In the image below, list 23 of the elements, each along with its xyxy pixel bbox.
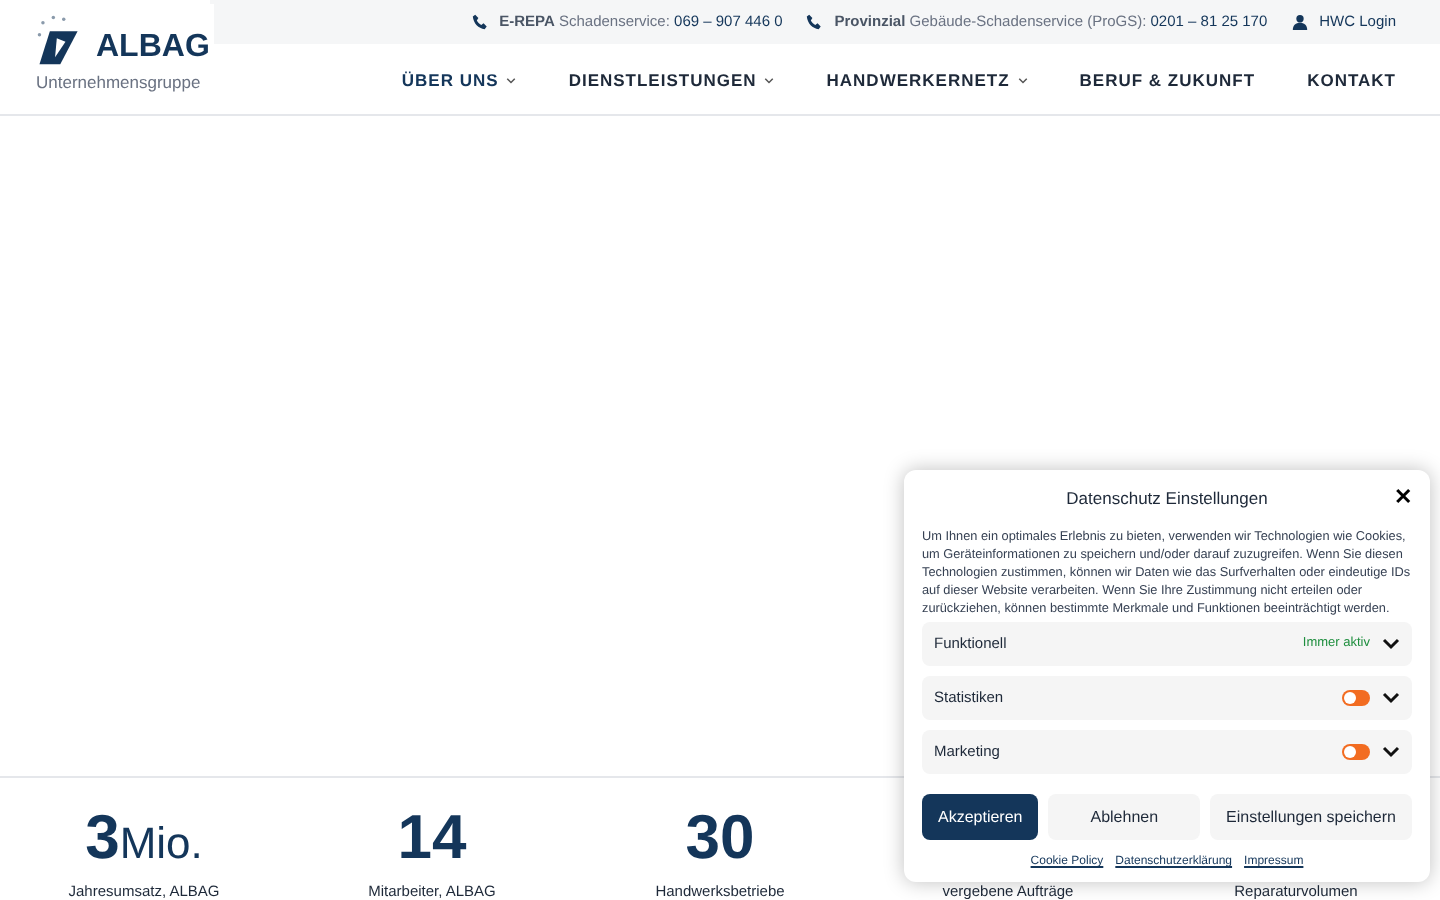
- stat-number: 30: [685, 806, 755, 868]
- nav-link[interactable]: ÜBER UNS: [401, 67, 517, 93]
- close-button[interactable]: ✕: [1394, 486, 1412, 512]
- stat-number: 3Mio.: [85, 806, 203, 868]
- user-icon: [1291, 14, 1308, 30]
- dialog-title: Datenschutz Einstellungen: [1066, 486, 1268, 512]
- dialog-button[interactable]: Ablehnen: [1048, 794, 1201, 840]
- dialog-button[interactable]: Einstellungen speichern: [1210, 794, 1412, 840]
- phone-icon: [471, 14, 488, 30]
- nav-link[interactable]: KONTAKT: [1307, 67, 1396, 93]
- logo-name: ALBAG: [96, 28, 210, 68]
- accept-button[interactable]: Akzeptieren: [922, 794, 1039, 840]
- stat-number: 14: [397, 806, 467, 868]
- logo-subtitle: Unternehmensgruppe: [36, 70, 201, 96]
- chevron-down-icon: [1382, 692, 1400, 704]
- nav-link[interactable]: HANDWERKERNETZ: [826, 67, 1028, 93]
- chevron-down-icon: [1382, 746, 1400, 758]
- chevron-down-icon: [1382, 638, 1400, 650]
- toggle-switch[interactable]: [1342, 744, 1370, 760]
- phone-icon: [806, 14, 823, 30]
- nav-link[interactable]: DIENSTLEISTUNGEN: [568, 67, 775, 93]
- nav-link[interactable]: BERUF & ZUKUNFT: [1079, 67, 1256, 93]
- toggle-switch[interactable]: [1342, 690, 1370, 706]
